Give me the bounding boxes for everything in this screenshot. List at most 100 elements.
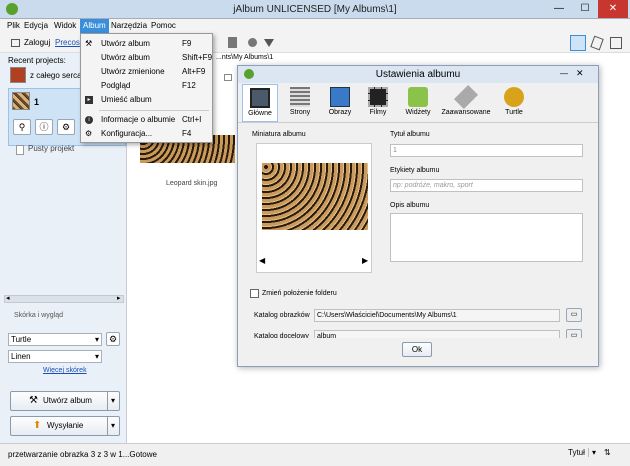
prev-thumbnail-arrow-icon[interactable]: ◀ xyxy=(259,256,265,265)
menu-item-publish[interactable]: ▸ Umieść album xyxy=(81,93,212,107)
tab-label: Obrazy xyxy=(328,109,352,116)
menu-item-configuration[interactable]: ⚙ Konfiguracja... F4 xyxy=(81,127,212,141)
images-icon xyxy=(330,87,350,107)
images-dir-label: Katalog obrazków xyxy=(254,312,310,319)
chevron-down-icon: ▾ xyxy=(588,448,596,457)
menu-edycja[interactable]: Edycja xyxy=(21,19,51,33)
tab-label: Główne xyxy=(248,110,272,117)
more-skins-link[interactable]: Więcej skórek xyxy=(43,367,87,374)
menu-album[interactable]: Album xyxy=(80,19,109,33)
tab-advanced[interactable]: Zaawansowane xyxy=(438,84,494,122)
prices-link[interactable]: Precos xyxy=(55,38,80,47)
sort-order-icon[interactable]: ⇅ xyxy=(604,448,611,457)
next-thumbnail-arrow-icon[interactable]: ▶ xyxy=(362,256,368,265)
sort-value: Tytuł xyxy=(568,448,585,457)
menu-item-preview[interactable]: Podgląd F12 xyxy=(81,79,212,93)
toolbar-doc-icon[interactable] xyxy=(228,37,237,48)
menu-pomoc[interactable]: Pomoc xyxy=(148,19,179,33)
empty-project[interactable]: Pusty projekt xyxy=(28,144,74,153)
grid-view-icon[interactable] xyxy=(570,35,586,51)
tab-label: Zaawansowane xyxy=(441,109,491,116)
hammer-icon: ⚒ xyxy=(85,39,93,48)
login-icon xyxy=(11,39,20,47)
upload-button[interactable]: ⬆ Wysyłanie ▾ xyxy=(10,416,120,436)
tab-general[interactable]: Główne xyxy=(242,84,278,122)
tab-videos[interactable]: Filmy xyxy=(358,84,398,122)
style-value: Linen xyxy=(11,352,31,361)
skin-value: Turtle xyxy=(11,335,32,344)
scroll-right-arrow[interactable]: ▸ xyxy=(117,294,121,302)
tab-widgets[interactable]: Widżety xyxy=(398,84,438,122)
make-album-dropdown-icon[interactable]: ▾ xyxy=(107,392,115,410)
filter-icon[interactable] xyxy=(264,39,274,47)
scroll-left-arrow[interactable]: ◂ xyxy=(6,294,10,302)
menu-item-make-album[interactable]: ⚒ Utwórz album F9 xyxy=(81,37,212,51)
dialog-minimize-button[interactable]: — xyxy=(560,69,568,78)
tools-icon xyxy=(453,84,479,110)
dialog-title: Ustawienia albumu xyxy=(375,69,461,80)
skin-settings-gear-icon[interactable]: ⚙ xyxy=(106,332,120,346)
content-folder-icon xyxy=(224,74,232,81)
images-dir-field[interactable]: C:\Users\Właściciel\Documents\My Albums\… xyxy=(314,309,560,322)
tab-label: Turtle xyxy=(505,109,523,116)
upload-icon: ⬆ xyxy=(33,420,42,431)
pages-icon xyxy=(290,87,310,107)
menu-item-make-changed[interactable]: Utwórz zmienione Alt+F9 xyxy=(81,65,212,79)
tab-label: Strony xyxy=(289,109,311,116)
menu-bar: Plik Edycja Widok Album Narzędzia Pomoc xyxy=(0,19,630,33)
upload-icon: ▸ xyxy=(85,96,93,104)
album-settings-dialog: Ustawienia albumu — ✕ Główne Strony Obra… xyxy=(237,65,599,367)
dialog-button-panel: Ok xyxy=(238,338,598,366)
change-folder-checkbox[interactable] xyxy=(250,289,259,298)
status-message: przetwarzanie obrazka 3 z 3 w 1...Gotowe xyxy=(8,450,157,459)
images-dir-folder-icon[interactable]: ▭ xyxy=(566,308,582,322)
style-select[interactable]: Linen ▾ xyxy=(8,350,102,363)
login-button[interactable]: Zaloguj xyxy=(24,38,50,47)
tab-pages[interactable]: Strony xyxy=(280,84,320,122)
expand-icon[interactable] xyxy=(610,37,622,49)
tab-label: Filmy xyxy=(369,109,387,116)
widgets-icon xyxy=(408,87,428,107)
sort-select[interactable]: Tytuł ▾ ⇅ xyxy=(568,448,624,462)
album-title-label: Tytuł albumu xyxy=(390,131,430,138)
menu-narzedzia[interactable]: Narzędzia xyxy=(108,19,150,33)
project-thumbnail xyxy=(10,67,26,83)
album-description-field[interactable] xyxy=(390,213,583,262)
tab-images[interactable]: Obrazy xyxy=(320,84,360,122)
menu-separator xyxy=(99,110,209,111)
project-thumbnail xyxy=(12,92,30,110)
path-text: ...nts\My Albums\1 xyxy=(216,54,274,61)
skin-select[interactable]: Turtle ▾ xyxy=(8,333,102,346)
hammer-icon: ⚒ xyxy=(29,395,38,406)
change-folder-label: Zmień położenie folderu xyxy=(262,290,337,297)
album-thumbnail-image[interactable] xyxy=(262,163,368,230)
title-bar: jAlbum UNLICENSED [My Albums\1] — ☐ ✕ xyxy=(0,0,630,19)
film-icon xyxy=(368,87,388,107)
album-description-label: Opis albumu xyxy=(390,202,430,209)
turtle-icon xyxy=(504,87,524,107)
menu-item-make-album-full[interactable]: Utwórz album Shift+F9 xyxy=(81,51,212,65)
gear-icon[interactable]: ⚙ xyxy=(57,119,75,135)
make-album-button[interactable]: ⚒ Utwórz album ▾ xyxy=(10,391,120,411)
menu-item-album-info[interactable]: i Informacje o albumie Ctrl+I xyxy=(81,113,212,127)
ok-button[interactable]: Ok xyxy=(402,342,432,357)
tab-turtle[interactable]: Turtle xyxy=(494,84,534,122)
dialog-close-button[interactable]: ✕ xyxy=(576,68,584,79)
menu-widok[interactable]: Widok xyxy=(51,19,79,33)
toolbar-circle-icon[interactable] xyxy=(248,38,257,47)
thumbnail-box: ◀ ▶ xyxy=(256,143,372,273)
album-title-field[interactable]: 1 xyxy=(390,144,583,157)
recent-projects-label: Recent projects: xyxy=(8,56,66,65)
info-icon[interactable]: ⓘ xyxy=(35,119,53,135)
minimize-button[interactable]: — xyxy=(546,0,572,18)
close-button[interactable]: ✕ xyxy=(598,0,628,18)
search-icon[interactable]: ⚲ xyxy=(13,119,31,135)
make-album-label: Utwórz album xyxy=(43,396,92,405)
upload-dropdown-icon[interactable]: ▾ xyxy=(107,417,115,435)
maximize-button[interactable]: ☐ xyxy=(572,0,598,18)
chevron-down-icon: ▾ xyxy=(94,335,99,344)
horizontal-scrollbar[interactable]: ◂ ▸ xyxy=(4,295,124,303)
edit-icon[interactable] xyxy=(590,35,604,51)
album-tags-field[interactable]: np: podróże, makro, sport xyxy=(390,179,583,192)
image-caption: Leopard skin.jpg xyxy=(166,180,218,187)
